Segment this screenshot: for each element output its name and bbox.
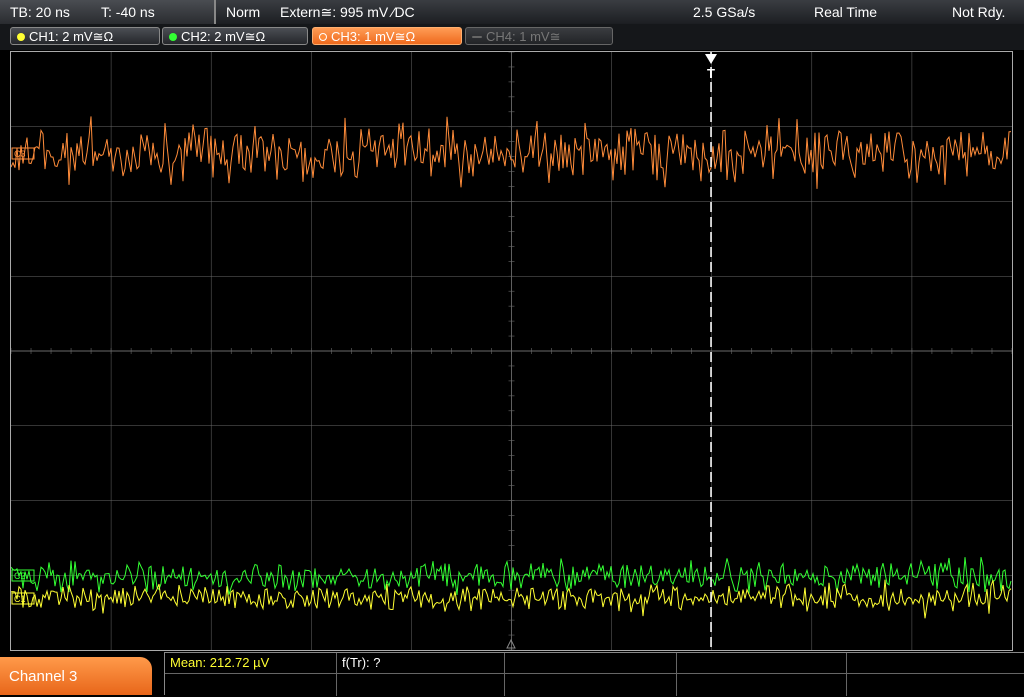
channel-bar: CH1: 2 mV≅Ω CH2: 2 mV≅Ω CH3: 1 mV≅Ω CH4:… — [0, 24, 1024, 50]
ch2-waveform — [11, 556, 1012, 595]
measurement-slot-7[interactable] — [337, 674, 505, 696]
trigger-info[interactable]: Extern≅: 995 mV ⁄DC — [280, 0, 415, 24]
ch2-label: CH2: 2 mV≅Ω — [181, 29, 266, 44]
timebase-box[interactable]: TB: 20 ns T: -40 ns — [0, 0, 216, 24]
horizontal-position-icon[interactable] — [506, 638, 516, 649]
channel-tab-ch3[interactable]: CH3: 1 mV≅Ω — [312, 27, 462, 45]
acquisition-type[interactable]: Real Time — [814, 0, 877, 24]
ch3-offset-marker[interactable]: C3 — [11, 147, 35, 160]
ch3-label: CH3: 1 mV≅Ω — [331, 29, 416, 44]
measurement-panel: Mean: 212.72 µV f(Tr): ? — [164, 652, 1024, 696]
ch3-marker-label: C3 — [14, 149, 26, 159]
ch1-marker-label: C1 — [14, 594, 26, 604]
ch2-marker-label: C2 — [14, 571, 26, 581]
measurement-slot-3[interactable] — [505, 653, 677, 674]
measurement-slot-6[interactable] — [165, 674, 337, 696]
ch4-indicator-icon — [472, 36, 482, 38]
channel-tab-ch2[interactable]: CH2: 2 mV≅Ω — [162, 27, 308, 45]
sample-rate[interactable]: 2.5 GSa/s — [693, 0, 755, 24]
frequency-measurement[interactable]: f(Tr): ? — [337, 653, 505, 674]
measurement-slot-5[interactable] — [847, 653, 1024, 674]
channel-tab-ch4[interactable]: CH4: 1 mV≅ — [465, 27, 613, 45]
trigger-status: Not Rdy. — [952, 4, 1006, 20]
measurement-slot-9[interactable] — [677, 674, 847, 696]
measurement-slot-8[interactable] — [505, 674, 677, 696]
mean-measurement[interactable]: Mean: 212.72 µV — [165, 653, 337, 674]
measurement-slot-10[interactable] — [847, 674, 1024, 696]
trigger-time-readout[interactable]: T: -40 ns — [101, 0, 155, 24]
waveform-display[interactable]: T C3 C2 C1 — [10, 51, 1013, 651]
timebase-readout[interactable]: TB: 20 ns — [10, 0, 70, 24]
ch1-offset-marker[interactable]: C1 — [11, 592, 35, 605]
acquisition-mode[interactable]: Norm — [226, 0, 260, 24]
ch2-indicator-icon — [169, 33, 177, 41]
status-bar: TB: 20 ns T: -40 ns Norm Extern≅: 995 mV… — [0, 0, 1024, 25]
measurement-slot-4[interactable] — [677, 653, 847, 674]
ch3-indicator-icon — [319, 33, 327, 41]
channel-tab-ch1[interactable]: CH1: 2 mV≅Ω — [10, 27, 160, 45]
trigger-marker-label: T — [707, 66, 715, 81]
ch1-indicator-icon — [17, 33, 25, 41]
ch1-label: CH1: 2 mV≅Ω — [29, 29, 114, 44]
ch3-waveform — [11, 116, 1012, 189]
waveform-canvas[interactable]: T C3 C2 C1 — [11, 52, 1012, 650]
trigger-position-icon[interactable] — [705, 54, 717, 64]
ch4-label: CH4: 1 mV≅ — [486, 29, 561, 44]
graticule — [11, 52, 1012, 650]
active-channel-label[interactable]: Channel 3 — [0, 657, 152, 695]
